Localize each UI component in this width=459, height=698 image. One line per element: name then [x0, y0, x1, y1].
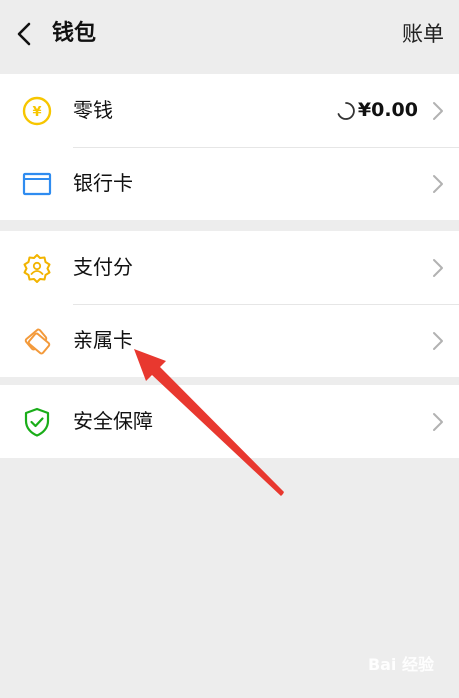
watermark: Bai 经验: [367, 655, 434, 674]
annotation-arrow-icon: [134, 349, 284, 496]
